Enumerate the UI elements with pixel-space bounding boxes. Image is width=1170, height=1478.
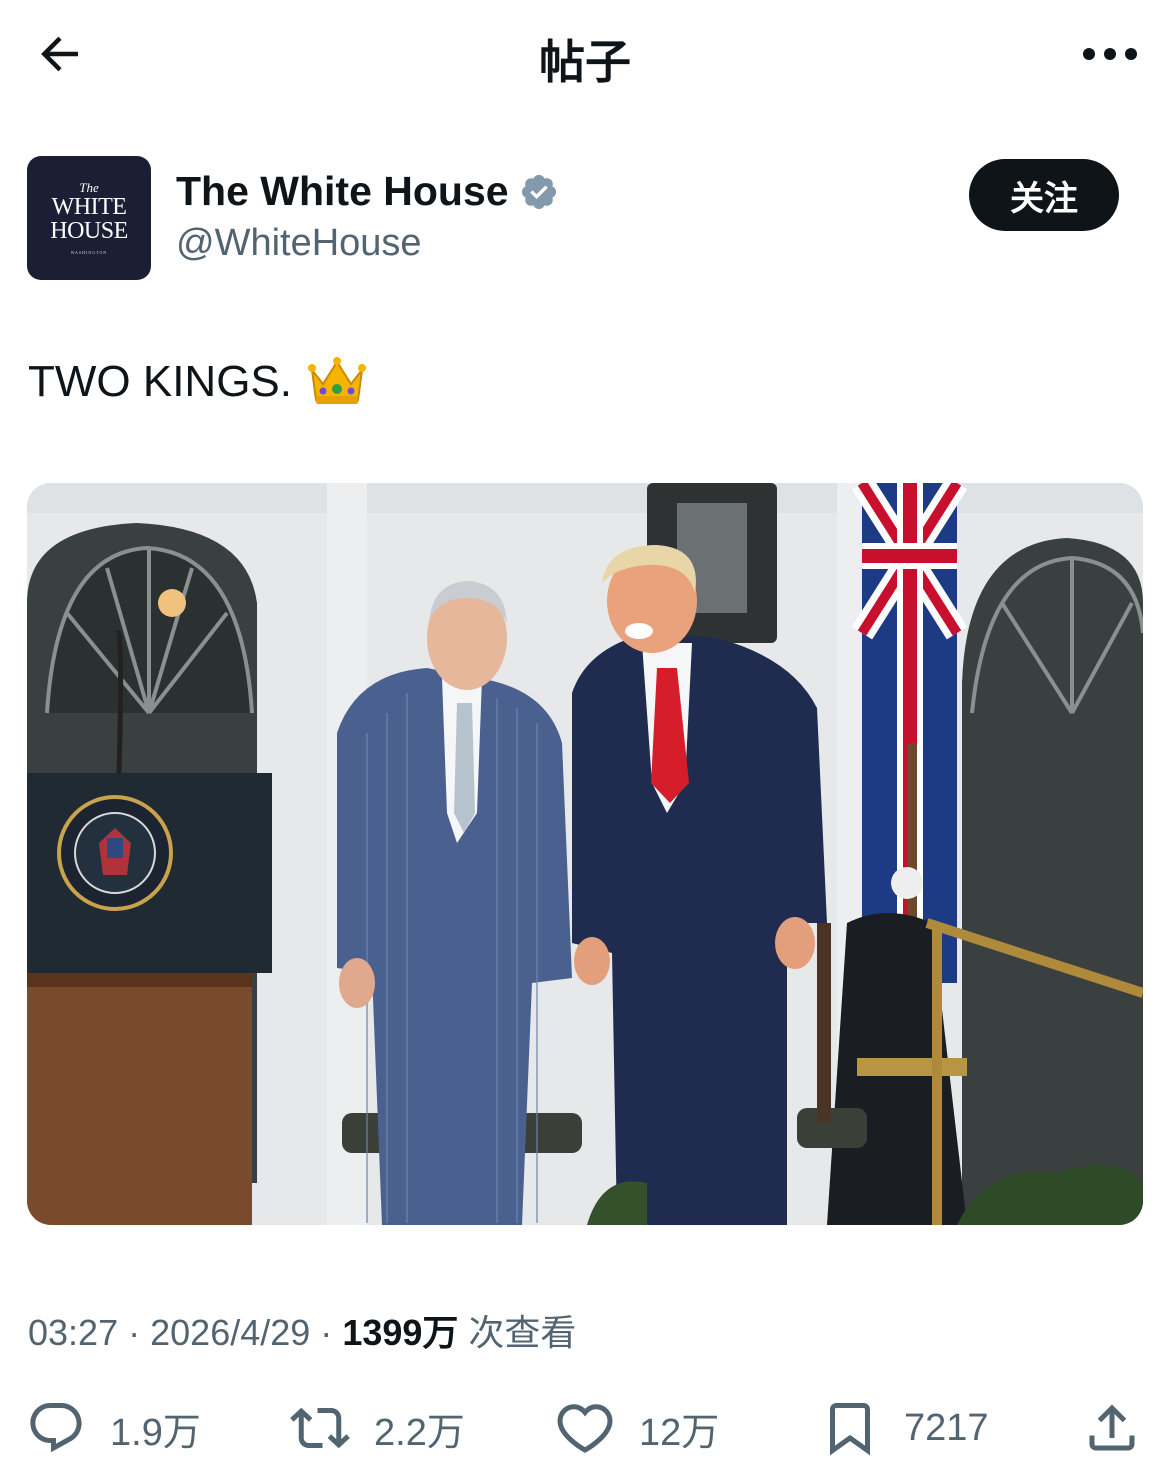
- top-bar: 帖子: [0, 0, 1170, 110]
- reply-button[interactable]: 1.9万: [26, 1390, 201, 1466]
- views-count[interactable]: 1399万: [342, 1312, 458, 1353]
- more-options-button[interactable]: [1074, 22, 1146, 86]
- share-button[interactable]: [1082, 1390, 1142, 1466]
- heart-icon: [557, 1404, 613, 1453]
- avatar-text-washington: WASHINGTON: [70, 250, 108, 255]
- post-photo[interactable]: [27, 483, 1143, 1225]
- verified-badge-icon: [521, 174, 556, 209]
- like-count: 12万: [639, 1411, 720, 1454]
- follow-button[interactable]: 关注: [969, 159, 1119, 231]
- avatar-text-white: WHITE: [51, 194, 127, 220]
- page-title: 帖子: [539, 35, 631, 89]
- post-meta: 03:27 · 2026/4/29 · 1399万 次查看: [28, 1304, 576, 1356]
- post-time: 03:27: [28, 1312, 119, 1353]
- repost-count: 2.2万: [374, 1411, 465, 1454]
- crown-emoji: [308, 357, 366, 404]
- repost-icon: [290, 1407, 350, 1449]
- post-date: 2026/4/29: [150, 1312, 311, 1353]
- meta-separator: ·: [128, 1312, 141, 1353]
- bookmark-icon: [830, 1403, 870, 1456]
- like-button[interactable]: 12万: [555, 1390, 719, 1466]
- bookmark-button[interactable]: 7217: [820, 1390, 989, 1466]
- author-handle[interactable]: @WhiteHouse: [176, 222, 422, 265]
- avatar-text-the: The: [79, 180, 99, 195]
- post-text: TWO KINGS.: [28, 356, 366, 408]
- reply-count: 1.9万: [110, 1411, 201, 1454]
- reply-icon: [30, 1403, 82, 1453]
- avatar[interactable]: The WHITE HOUSE WASHINGTON: [27, 156, 151, 280]
- meta-separator: ·: [320, 1312, 333, 1353]
- more-horizontal-icon: [1083, 48, 1137, 60]
- share-icon: [1089, 1404, 1135, 1451]
- avatar-text-house: HOUSE: [50, 218, 128, 244]
- views-label: 次查看: [468, 1312, 577, 1353]
- post-body: TWO KINGS.: [28, 357, 292, 406]
- author-name-row[interactable]: The White House: [176, 168, 559, 215]
- author-name[interactable]: The White House: [176, 168, 509, 215]
- repost-button[interactable]: 2.2万: [290, 1390, 465, 1466]
- bookmark-count: 7217: [904, 1406, 989, 1449]
- action-bar: 1.9万 2.2万 12万 7217: [0, 1390, 1170, 1470]
